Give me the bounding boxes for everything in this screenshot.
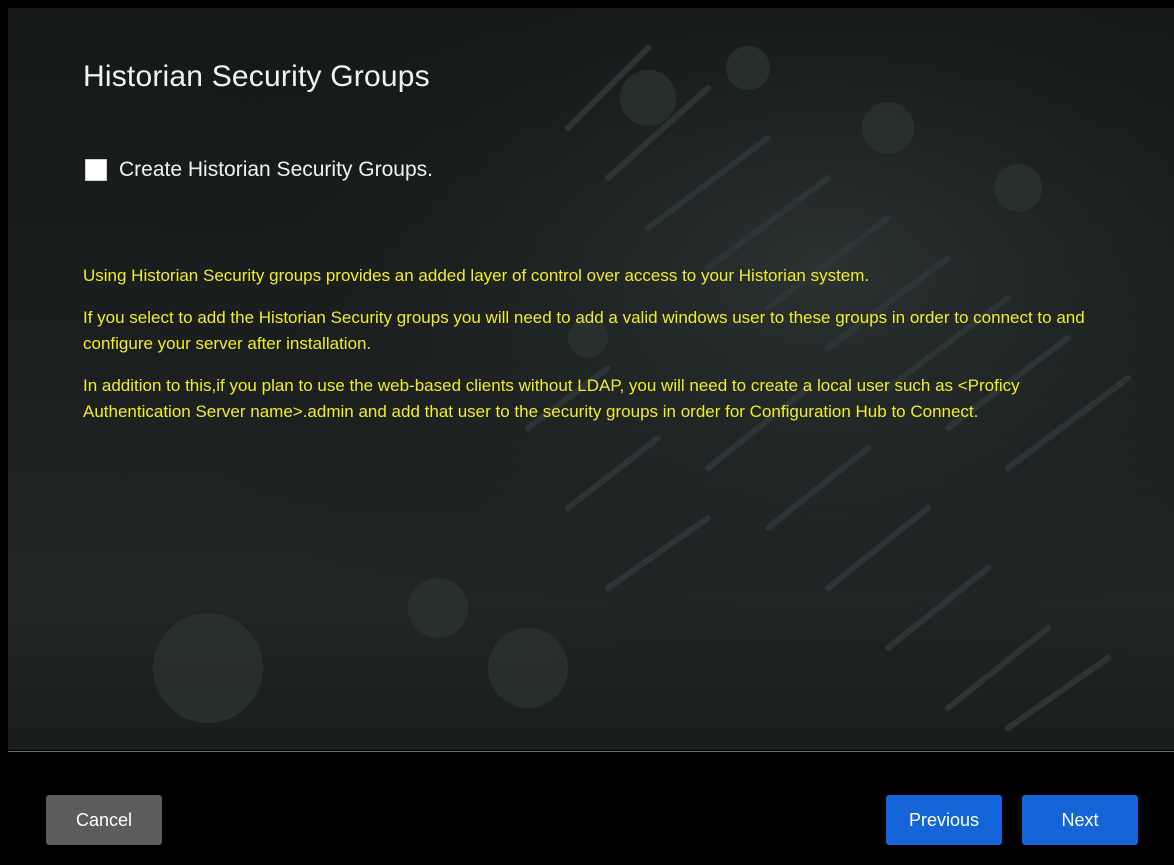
info-text-block: Using Historian Security groups provides… xyxy=(83,263,1113,441)
content-panel: Historian Security Groups Create Histori… xyxy=(8,8,1174,750)
create-security-groups-option[interactable]: Create Historian Security Groups. xyxy=(85,158,433,182)
cancel-button[interactable]: Cancel xyxy=(46,795,162,845)
page-title: Historian Security Groups xyxy=(83,60,430,93)
create-security-groups-checkbox[interactable] xyxy=(85,159,107,181)
info-paragraph: In addition to this,if you plan to use t… xyxy=(83,376,1020,421)
next-button[interactable]: Next xyxy=(1022,795,1138,845)
previous-button[interactable]: Previous xyxy=(886,795,1002,845)
create-security-groups-label: Create Historian Security Groups. xyxy=(119,158,433,181)
info-paragraph: Using Historian Security groups provides… xyxy=(83,266,870,285)
installer-window: Historian Security Groups Create Histori… xyxy=(0,0,1174,865)
info-paragraph: If you select to add the Historian Secur… xyxy=(83,308,1085,353)
footer-divider xyxy=(8,751,1174,752)
